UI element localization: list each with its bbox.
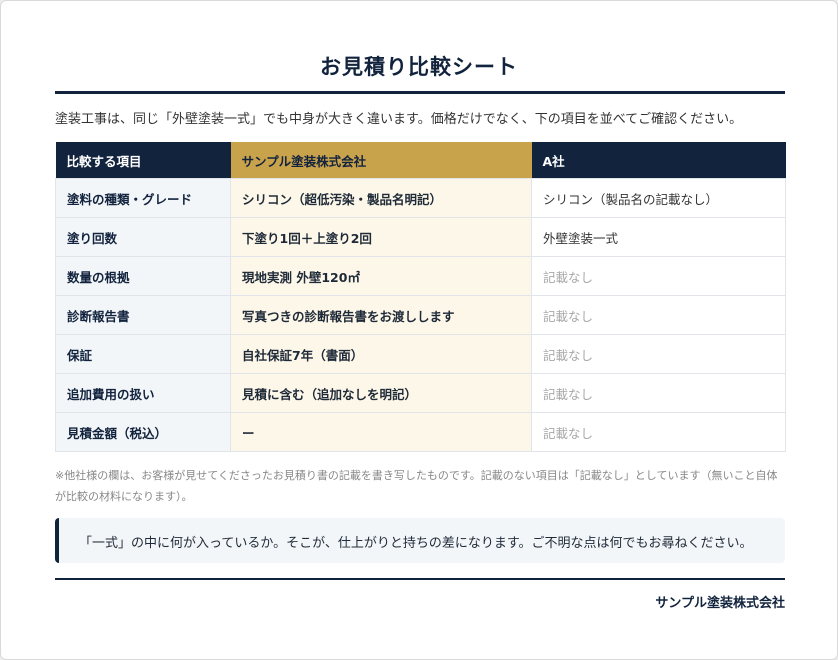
table-row: 数量の根拠 現地実測 外壁120㎡ 記載なし bbox=[55, 256, 786, 296]
header-item: 比較する項目 bbox=[55, 142, 231, 179]
row-other-value: 記載なし bbox=[531, 373, 786, 413]
row-other-value: 外壁塗装一式 bbox=[531, 217, 786, 257]
table-row: 追加費用の扱い 見積に含む（追加なしを明記） 記載なし bbox=[55, 373, 786, 413]
row-our-value: ー bbox=[230, 412, 532, 452]
row-item-label: 数量の根拠 bbox=[55, 256, 231, 296]
table-row: 塗料の種類・グレード シリコン（超低汚染・製品名明記） シリコン（製品名の記載な… bbox=[55, 178, 786, 218]
comparison-sheet: お見積り比較シート 塗装工事は、同じ「外壁塗装一式」でも中身が大きく違います。価… bbox=[0, 0, 838, 660]
row-other-value: 記載なし bbox=[531, 412, 786, 452]
row-our-value: 見積に含む（追加なしを明記） bbox=[230, 373, 532, 413]
table-row: 塗り回数 下塗り1回＋上塗り2回 外壁塗装一式 bbox=[55, 217, 786, 257]
row-other-value: 記載なし bbox=[531, 295, 786, 335]
table-row: 見積金額（税込） ー 記載なし bbox=[55, 412, 786, 452]
row-our-value: 写真つきの診断報告書をお渡しします bbox=[230, 295, 532, 335]
row-other-value: シリコン（製品名の記載なし） bbox=[531, 178, 786, 218]
title-divider bbox=[55, 91, 785, 94]
row-our-value: 現地実測 外壁120㎡ bbox=[230, 256, 532, 296]
header-our-company: サンプル塗装株式会社 bbox=[230, 142, 532, 179]
table-row: 保証 自社保証7年（書面） 記載なし bbox=[55, 334, 786, 374]
comparison-table: 比較する項目 サンプル塗装株式会社 A社 塗料の種類・グレード シリコン（超低汚… bbox=[55, 142, 786, 452]
row-item-label: 塗り回数 bbox=[55, 217, 231, 257]
company-name: サンプル塗装株式会社 bbox=[655, 596, 785, 611]
footnote: ※他社様の欄は、お客様が見せてくださったお見積り書の記載を書き写したものです。記… bbox=[55, 469, 778, 503]
callout-box: 「一式」の中に何が入っているか。そこが、仕上がりと持ちの差になります。ご不明な点… bbox=[55, 518, 785, 563]
callout-text: 「一式」の中に何が入っているか。そこが、仕上がりと持ちの差になります。ご不明な点… bbox=[79, 536, 753, 551]
footer-divider bbox=[55, 578, 785, 580]
page-title: お見積り比較シート bbox=[320, 55, 518, 79]
row-item-label: 保証 bbox=[55, 334, 231, 374]
intro-text: 塗装工事は、同じ「外壁塗装一式」でも中身が大きく違います。価格だけでなく、下の項… bbox=[55, 112, 743, 127]
row-item-label: 見積金額（税込） bbox=[55, 412, 231, 452]
table-header-row: 比較する項目 サンプル塗装株式会社 A社 bbox=[55, 142, 786, 179]
row-other-value: 記載なし bbox=[531, 256, 786, 296]
row-item-label: 追加費用の扱い bbox=[55, 373, 231, 413]
table-row: 診断報告書 写真つきの診断報告書をお渡しします 記載なし bbox=[55, 295, 786, 335]
row-item-label: 診断報告書 bbox=[55, 295, 231, 335]
row-our-value: シリコン（超低汚染・製品名明記） bbox=[230, 178, 532, 218]
row-our-value: 下塗り1回＋上塗り2回 bbox=[230, 217, 532, 257]
header-other-company: A社 bbox=[531, 142, 786, 179]
row-item-label: 塗料の種類・グレード bbox=[55, 178, 231, 218]
row-our-value: 自社保証7年（書面） bbox=[230, 334, 532, 374]
row-other-value: 記載なし bbox=[531, 334, 786, 374]
